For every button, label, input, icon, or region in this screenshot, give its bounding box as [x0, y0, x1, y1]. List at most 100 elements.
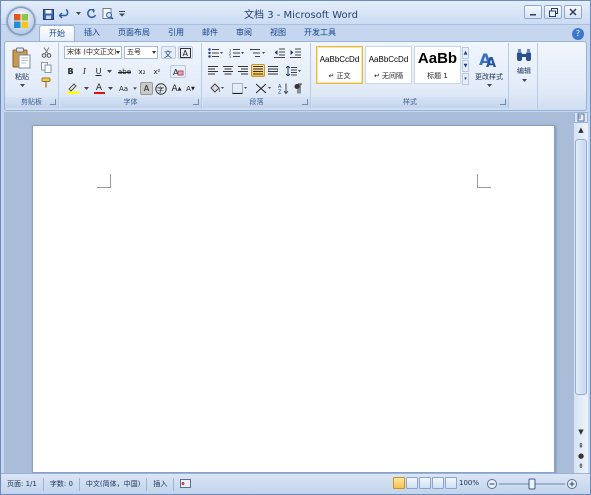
gallery-up-icon[interactable]: ▲ — [462, 47, 469, 59]
print-layout-view-icon[interactable] — [393, 477, 405, 489]
distributed-button[interactable] — [266, 64, 280, 77]
highlight-dropdown[interactable] — [83, 82, 90, 95]
paragraph-dialog-launcher[interactable] — [302, 99, 308, 105]
full-screen-reading-view-icon[interactable] — [406, 477, 418, 489]
gallery-down-icon[interactable]: ▼ — [462, 60, 469, 72]
italic-button[interactable]: I — [78, 65, 91, 78]
tab-home[interactable]: 开始 — [39, 25, 75, 41]
cut-button[interactable] — [38, 46, 54, 59]
grow-font-button[interactable]: A ▲ — [170, 82, 183, 95]
font-color-dropdown[interactable] — [107, 82, 114, 95]
draft-view-icon[interactable] — [445, 477, 457, 489]
style-no-spacing[interactable]: AaBbCcDd ↵ 无间隔 — [365, 46, 412, 84]
chevron-down-icon — [521, 79, 527, 82]
tab-insert[interactable]: 插入 — [75, 25, 109, 41]
font-color-button[interactable]: A — [92, 82, 106, 95]
increase-indent-button[interactable] — [288, 46, 303, 59]
tab-references[interactable]: 引用 — [159, 25, 193, 41]
subscript-button[interactable]: x₂ — [135, 65, 149, 78]
clear-formatting-button[interactable]: A — [170, 65, 186, 78]
strikethrough-button[interactable]: abe — [116, 65, 133, 78]
shading-button[interactable] — [206, 82, 227, 95]
help-icon[interactable]: ? — [572, 28, 584, 40]
zoom-slider[interactable] — [487, 478, 577, 490]
styles-dialog-launcher[interactable] — [500, 99, 506, 105]
align-center-button[interactable] — [221, 64, 235, 77]
underline-dropdown[interactable] — [106, 65, 113, 78]
paste-dropdown-icon — [19, 84, 25, 87]
vertical-scrollbar[interactable]: ▲ ▼ ⇞ ● ⇟ — [574, 123, 588, 473]
show-marks-button[interactable] — [291, 82, 305, 95]
macro-recording-icon[interactable] — [174, 478, 197, 491]
format-painter-button[interactable] — [38, 76, 54, 89]
scroll-down-icon[interactable]: ▼ — [575, 427, 587, 438]
enclose-characters-button[interactable]: 字 — [154, 82, 168, 95]
superscript-button[interactable]: x² — [150, 65, 164, 78]
style-gallery: AaBbCcDd ↵ 正文 AaBbCcDd ↵ 无间隔 AaBb 标题 1 — [316, 46, 461, 84]
align-right-button[interactable] — [236, 64, 250, 77]
numbering-button[interactable]: 123 — [227, 46, 247, 59]
tab-mailings[interactable]: 邮件 — [193, 25, 227, 41]
font-name-combo[interactable]: 宋体 (中文正文) — [64, 46, 122, 59]
shrink-font-button[interactable]: A ▼ — [184, 82, 197, 95]
gallery-more-icon[interactable]: ▾ — [462, 73, 469, 85]
copy-button[interactable] — [38, 61, 54, 74]
paste-button[interactable]: 粘贴 — [9, 46, 35, 94]
multilevel-list-button[interactable] — [248, 46, 268, 59]
editing-button[interactable]: 编辑 — [511, 46, 537, 94]
change-styles-button[interactable]: A A 更改样式 — [471, 46, 507, 94]
page-counter[interactable]: 页面: 1/1 — [1, 477, 44, 491]
scrollbar-thumb[interactable] — [575, 139, 587, 395]
next-page-icon[interactable]: ⇟ — [575, 461, 587, 472]
tab-view[interactable]: 视图 — [261, 25, 295, 41]
style-heading-1[interactable]: AaBb 标题 1 — [414, 46, 461, 84]
bullets-button[interactable] — [206, 46, 226, 59]
character-border-button[interactable]: A — [178, 46, 193, 59]
chinese-layout-button[interactable] — [253, 82, 274, 95]
bold-button[interactable]: B — [64, 65, 77, 78]
line-spacing-button[interactable] — [284, 64, 304, 77]
minimize-button[interactable] — [524, 5, 542, 19]
undo-dropdown-icon[interactable] — [75, 7, 81, 21]
align-left-button[interactable] — [206, 64, 220, 77]
language-indicator[interactable]: 中文(简体，中国) — [80, 477, 148, 491]
customize-icon[interactable] — [118, 7, 126, 21]
insert-mode[interactable]: 插入 — [147, 477, 175, 491]
paragraph-group-label: 段落 — [203, 97, 310, 108]
font-size-combo[interactable]: 五号 — [124, 46, 158, 59]
document-page[interactable] — [32, 125, 555, 473]
tab-page-layout[interactable]: 页面布局 — [109, 25, 159, 41]
justify-button[interactable] — [251, 64, 265, 77]
zoom-level[interactable]: 100% — [459, 477, 479, 490]
style-normal[interactable]: AaBbCcDd ↵ 正文 — [316, 46, 363, 84]
undo-icon[interactable] — [58, 7, 72, 21]
view-ruler-button[interactable] — [574, 112, 588, 123]
change-case-dropdown[interactable] — [132, 82, 138, 95]
close-button[interactable] — [564, 5, 582, 19]
line-spacing-icon — [286, 65, 301, 76]
svg-text:字: 字 — [157, 85, 164, 94]
window-title: 文档 3 - Microsoft Word — [244, 10, 358, 21]
tab-developer[interactable]: 开发工具 — [295, 25, 345, 41]
tab-review[interactable]: 审阅 — [227, 25, 261, 41]
phonetic-guide-button[interactable]: 文 — [161, 46, 176, 59]
bullet-list-icon — [208, 47, 223, 58]
office-button[interactable] — [7, 7, 35, 35]
change-case-button[interactable]: Aa — [116, 82, 131, 95]
font-dialog-launcher[interactable] — [193, 99, 199, 105]
restore-button[interactable] — [544, 5, 562, 19]
scroll-up-icon[interactable]: ▲ — [575, 125, 587, 136]
redo-icon[interactable] — [84, 7, 98, 21]
word-count[interactable]: 字数: 0 — [44, 477, 80, 491]
text-highlight-button[interactable] — [64, 82, 82, 95]
clipboard-dialog-launcher[interactable] — [50, 99, 56, 105]
decrease-indent-button[interactable] — [272, 46, 287, 59]
web-layout-view-icon[interactable] — [419, 477, 431, 489]
save-icon[interactable] — [41, 7, 55, 21]
underline-button[interactable]: U — [92, 65, 105, 78]
outline-view-icon[interactable] — [432, 477, 444, 489]
character-shading-button[interactable]: A — [140, 82, 153, 95]
print-preview-icon[interactable] — [101, 7, 115, 21]
sort-button[interactable]: AZ — [276, 82, 290, 95]
borders-button[interactable] — [229, 82, 250, 95]
